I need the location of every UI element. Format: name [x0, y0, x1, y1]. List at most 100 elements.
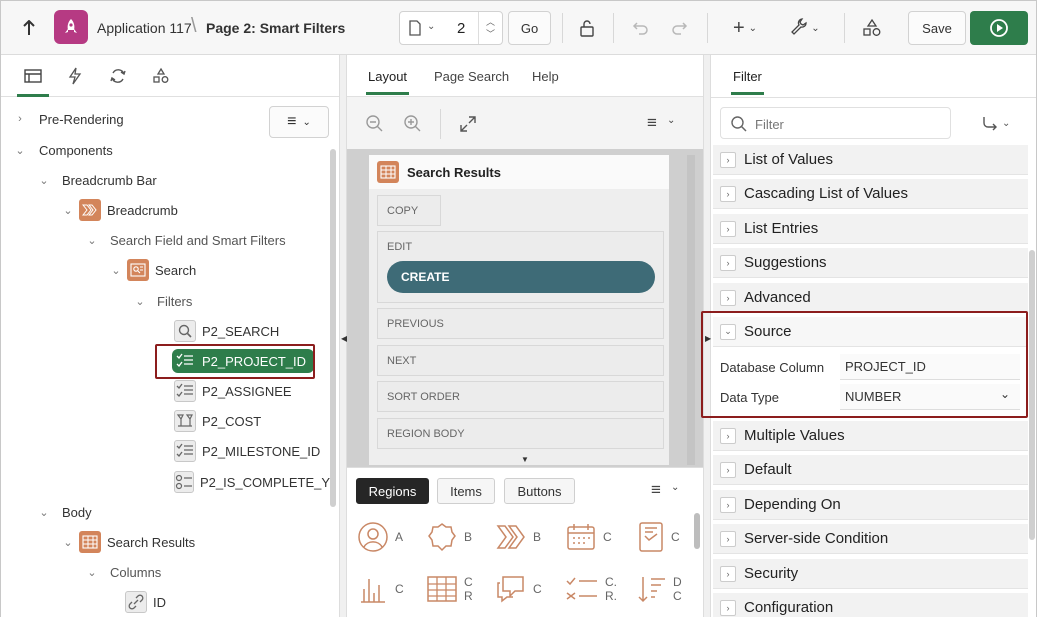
collapse-down-icon[interactable]: ▼ [521, 455, 529, 464]
shared-components-tab-icon[interactable] [150, 65, 172, 87]
tab-filter[interactable]: Filter [731, 69, 764, 95]
page-number-stepper[interactable]: ︿ ﹀ [478, 12, 502, 44]
tree-node-pre-rendering[interactable]: › Pre-Rendering [13, 107, 123, 131]
go-button[interactable]: Go [508, 11, 551, 45]
unlock-icon[interactable] [575, 13, 599, 43]
group-advanced[interactable]: › Advanced [713, 283, 1028, 313]
chevron-down-icon[interactable]: ⌄ [37, 505, 51, 519]
chevron-down-icon[interactable]: ⌄ [1002, 118, 1010, 129]
tab-buttons[interactable]: Buttons [504, 478, 575, 504]
tree-node-p2-search[interactable]: P2_SEARCH [174, 319, 279, 343]
canvas-scrollbar[interactable] [687, 155, 695, 465]
group-depending-on[interactable]: › Depending On [713, 490, 1028, 520]
chevron-right-icon[interactable]: › [13, 112, 27, 126]
chevron-down-icon[interactable]: ⌄ [13, 143, 27, 157]
utilities-menu[interactable]: ⌄ [785, 13, 825, 43]
tab-items[interactable]: Items [437, 478, 495, 504]
tree-node-p2-cost[interactable]: P2_COST [174, 409, 261, 433]
group-security[interactable]: › Security [713, 559, 1028, 589]
group-suggestions[interactable]: › Suggestions [713, 248, 1028, 278]
chevron-down-icon[interactable]: ⌄ [671, 482, 679, 493]
property-filter-input[interactable]: Filter [720, 107, 951, 139]
region-header[interactable]: Search Results [369, 155, 669, 189]
redo-icon[interactable] [667, 13, 691, 43]
go-to-group-icon[interactable] [981, 115, 999, 136]
gallery-item[interactable]: D C [637, 573, 682, 605]
create-button[interactable]: CREATE [387, 261, 655, 293]
zoom-out-icon[interactable] [365, 114, 385, 137]
tree-node-breadcrumb-bar[interactable]: ⌄ Breadcrumb Bar [37, 168, 156, 192]
region-search-results[interactable]: Search Results COPY EDIT CREATE PREVIOUS… [369, 155, 669, 465]
save-button[interactable]: Save [908, 11, 966, 45]
zoom-in-icon[interactable] [403, 114, 423, 137]
tree-node-filters[interactable]: ⌄ Filters [133, 289, 192, 313]
left-splitter[interactable]: ◀ [339, 55, 347, 617]
tree-node-p2-milestone-id[interactable]: P2_MILESTONE_ID [174, 439, 320, 463]
gallery-item[interactable]: B [426, 521, 472, 553]
slot-previous[interactable]: PREVIOUS [377, 308, 664, 339]
chevron-up-icon[interactable]: ︿ [486, 16, 495, 28]
gallery-item[interactable]: C [565, 521, 612, 553]
up-arrow-icon[interactable] [13, 13, 45, 43]
chevron-down-icon[interactable]: ⌄ [85, 233, 99, 247]
gallery-item[interactable]: C [495, 573, 542, 605]
expand-icon[interactable] [459, 115, 477, 136]
tab-regions[interactable]: Regions [356, 478, 429, 504]
undo-icon[interactable] [629, 13, 653, 43]
group-cascading-list-of-values[interactable]: › Cascading List of Values [713, 179, 1028, 209]
chevron-down-icon[interactable]: ⌄ [427, 21, 435, 32]
tab-page-search[interactable]: Page Search [434, 69, 509, 84]
page-number-input[interactable]: 2 [457, 20, 465, 37]
chevron-down-icon[interactable]: ⌄ [61, 203, 75, 217]
run-page-button[interactable] [970, 11, 1028, 45]
tree-node-search[interactable]: ⌄ Search [109, 258, 196, 282]
application-name[interactable]: Application 117 [97, 20, 192, 36]
page-selector[interactable]: ⌄ 2 ︿ ﹀ [399, 11, 503, 45]
create-menu[interactable]: + ⌄ [727, 13, 763, 43]
tree-node-search-field-and-smart-filters[interactable]: ⌄ Search Field and Smart Filters [85, 228, 285, 252]
tree-node-id[interactable]: ID [125, 590, 166, 614]
processing-tab-icon[interactable] [107, 65, 129, 87]
chevron-down-icon[interactable]: ⌄ [667, 115, 675, 126]
gallery-item[interactable]: A [357, 521, 403, 553]
group-configuration[interactable]: › Configuration [713, 593, 1028, 617]
dynamic-actions-tab-icon[interactable] [64, 65, 86, 87]
gallery-item[interactable]: C [637, 521, 680, 553]
gallery-item[interactable]: C [357, 573, 404, 605]
chevron-down-icon[interactable]: ⌄ [37, 173, 51, 187]
chevron-down-icon[interactable]: ⌄ [85, 565, 99, 579]
tree-node-breadcrumb[interactable]: ⌄ Breadcrumb [61, 198, 178, 222]
tree-menu-button[interactable]: ≡ ⌄ [269, 106, 329, 138]
tree-node-columns[interactable]: ⌄ Columns [85, 560, 161, 584]
group-list-of-values[interactable]: › List of Values [713, 145, 1028, 175]
group-default[interactable]: › Default [713, 455, 1028, 485]
slot-region-body[interactable]: REGION BODY [377, 418, 664, 449]
slot-copy[interactable]: COPY [377, 195, 441, 226]
tree-node-components[interactable]: ⌄ Components [13, 138, 112, 162]
rendering-tab-icon[interactable] [17, 65, 49, 97]
tree-node-p2-assignee[interactable]: P2_ASSIGNEE [174, 379, 292, 403]
chevron-down-icon[interactable]: ⌄ [109, 263, 123, 277]
gallery-item[interactable]: C R [426, 573, 473, 605]
tree-scrollbar[interactable] [330, 149, 336, 507]
hamburger-icon[interactable]: ≡ [647, 113, 657, 133]
shared-components-icon[interactable] [859, 13, 885, 43]
group-server-side-condition[interactable]: › Server-side Condition [713, 524, 1028, 554]
property-scrollbar[interactable] [1029, 250, 1035, 540]
slot-sort-order[interactable]: SORT ORDER [377, 381, 664, 412]
tree-node-p2-is-complete-yn[interactable]: P2_IS_COMPLETE_YN [174, 470, 331, 494]
app-rocket-icon[interactable] [54, 10, 88, 44]
chevron-down-icon[interactable]: ⌄ [61, 535, 75, 549]
slot-next[interactable]: NEXT [377, 345, 664, 376]
gallery-item[interactable]: B [495, 521, 541, 553]
tab-help[interactable]: Help [532, 69, 559, 84]
chevron-down-icon[interactable]: ﹀ [486, 28, 495, 40]
tree-node-body[interactable]: ⌄ Body [37, 500, 91, 524]
group-list-entries[interactable]: › List Entries [713, 214, 1028, 244]
gallery-scrollbar[interactable] [694, 513, 700, 549]
hamburger-icon[interactable]: ≡ [651, 480, 661, 500]
chevron-down-icon[interactable]: ⌄ [133, 294, 147, 308]
group-multiple-values[interactable]: › Multiple Values [713, 421, 1028, 451]
gallery-item[interactable]: C. R. [565, 573, 617, 605]
tab-layout[interactable]: Layout [365, 69, 410, 95]
